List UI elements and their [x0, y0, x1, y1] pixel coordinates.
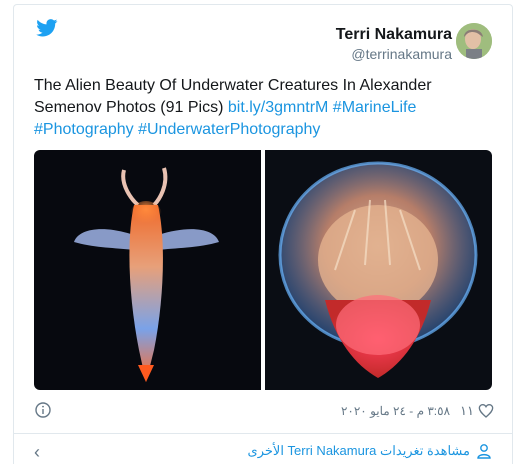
like-action[interactable]: ١١: [460, 403, 494, 419]
photo-jellyfish[interactable]: [265, 150, 492, 390]
tweet-timestamp[interactable]: ٣:٥٨ م - ٢٤ مايو ٢٠٢٠: [341, 404, 450, 418]
tweet-link[interactable]: bit.ly/3gmntrM: [228, 99, 328, 116]
twitter-bird-icon[interactable]: [36, 19, 58, 37]
info-icon[interactable]: [35, 402, 51, 418]
sea-angel-image: [74, 167, 219, 382]
author-handle[interactable]: @terrinakamura: [336, 45, 452, 63]
person-icon: [477, 444, 491, 459]
tweet-footer: ‹ مشاهدة تغريدات Terri Nakamura الأخرى: [14, 434, 512, 466]
author-block[interactable]: Terri Nakamura @terrinakamura: [336, 25, 452, 63]
heart-icon[interactable]: [478, 403, 494, 419]
tweet-meta: ١١ ٣:٥٨ م - ٢٤ مايو ٢٠٢٠: [341, 403, 494, 419]
tweet-text: The Alien Beauty Of Underwater Creatures…: [34, 75, 474, 141]
avatar[interactable]: [456, 23, 492, 59]
more-tweets-label[interactable]: مشاهدة تغريدات Terri Nakamura الأخرى: [248, 443, 470, 459]
chevron-left-icon[interactable]: ‹: [34, 442, 40, 463]
jellyfish-image: [278, 161, 478, 378]
avatar-image: [456, 23, 492, 59]
hashtag-photography[interactable]: #Photography: [34, 121, 134, 138]
more-tweets-link[interactable]: مشاهدة تغريدات Terri Nakamura الأخرى: [248, 443, 492, 459]
tweet-card: Terri Nakamura @terrinakamura The Alien …: [13, 4, 513, 464]
hashtag-underwaterphotography[interactable]: #UnderwaterPhotography: [138, 121, 320, 138]
author-name[interactable]: Terri Nakamura: [336, 25, 452, 45]
hashtag-marinelife[interactable]: #MarineLife: [333, 99, 417, 116]
like-count: ١١: [460, 403, 474, 418]
photo-sea-angel[interactable]: [34, 150, 261, 390]
media-grid[interactable]: [34, 150, 492, 390]
